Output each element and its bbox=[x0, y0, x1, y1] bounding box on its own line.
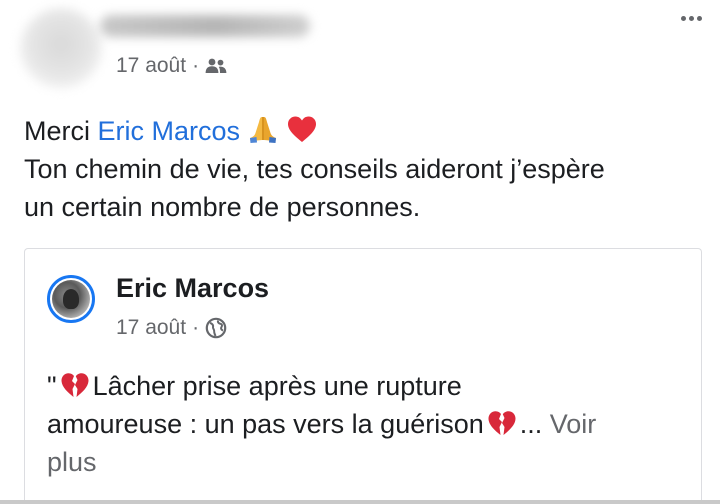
post-text: Merci Eric Marcos Ton chemin de vie, tes… bbox=[24, 112, 704, 226]
broken-heart-icon bbox=[487, 409, 517, 437]
shared-author-avatar[interactable] bbox=[47, 275, 95, 323]
ellipsis: ... bbox=[519, 409, 543, 439]
post-timestamp[interactable]: 17 août bbox=[116, 54, 186, 78]
meta-separator: · bbox=[192, 54, 200, 77]
post-meta: 17 août · bbox=[116, 54, 227, 78]
see-more-link-continued[interactable]: plus bbox=[47, 447, 97, 477]
red-heart-emoji-icon bbox=[286, 114, 318, 144]
mention-link[interactable]: Eric Marcos bbox=[98, 116, 241, 146]
post-line-3: un certain nombre de personnes. bbox=[24, 192, 421, 222]
avatar-photo bbox=[52, 280, 90, 318]
shared-line-3: plus bbox=[47, 443, 677, 481]
facebook-post-screenshot: 17 août · Merci Eric Marcos Ton chemin d… bbox=[0, 0, 720, 504]
bottom-divider bbox=[0, 500, 720, 504]
shared-line-1-text: Lâcher prise après une rupture bbox=[92, 371, 462, 401]
praying-hands-emoji-icon bbox=[248, 114, 278, 144]
open-quote: " bbox=[47, 371, 57, 401]
shared-line-1: " Lâcher prise après une rupture bbox=[47, 367, 677, 405]
post-line-1: Merci Eric Marcos bbox=[24, 112, 704, 150]
post-line-2: Ton chemin de vie, tes conseils aideront… bbox=[24, 154, 605, 184]
more-options-button[interactable] bbox=[677, 12, 706, 25]
shared-post-meta: 17 août · bbox=[116, 316, 227, 340]
see-more-link[interactable]: Voir bbox=[542, 409, 597, 439]
shared-post-text: " Lâcher prise après une rupture amoureu… bbox=[47, 367, 677, 481]
more-dot-icon bbox=[681, 16, 686, 21]
shared-post-card[interactable]: Eric Marcos 17 août · " Lâcher prise apr… bbox=[24, 248, 702, 504]
more-dot-icon bbox=[697, 16, 702, 21]
more-dot-icon bbox=[689, 16, 694, 21]
globe-icon[interactable] bbox=[205, 317, 227, 339]
shared-line-2: amoureuse : un pas vers la guérison ... … bbox=[47, 405, 677, 443]
shared-post-timestamp[interactable]: 17 août bbox=[116, 316, 186, 340]
author-avatar-blurred[interactable] bbox=[20, 8, 102, 88]
broken-heart-icon bbox=[60, 371, 90, 399]
post-line-1-prefix: Merci bbox=[24, 116, 98, 146]
friends-icon[interactable] bbox=[205, 58, 227, 74]
author-name-blurred[interactable] bbox=[100, 15, 310, 37]
meta-separator: · bbox=[192, 316, 200, 339]
shared-author-name[interactable]: Eric Marcos bbox=[116, 273, 269, 304]
shared-line-2-text: amoureuse : un pas vers la guérison bbox=[47, 409, 484, 439]
